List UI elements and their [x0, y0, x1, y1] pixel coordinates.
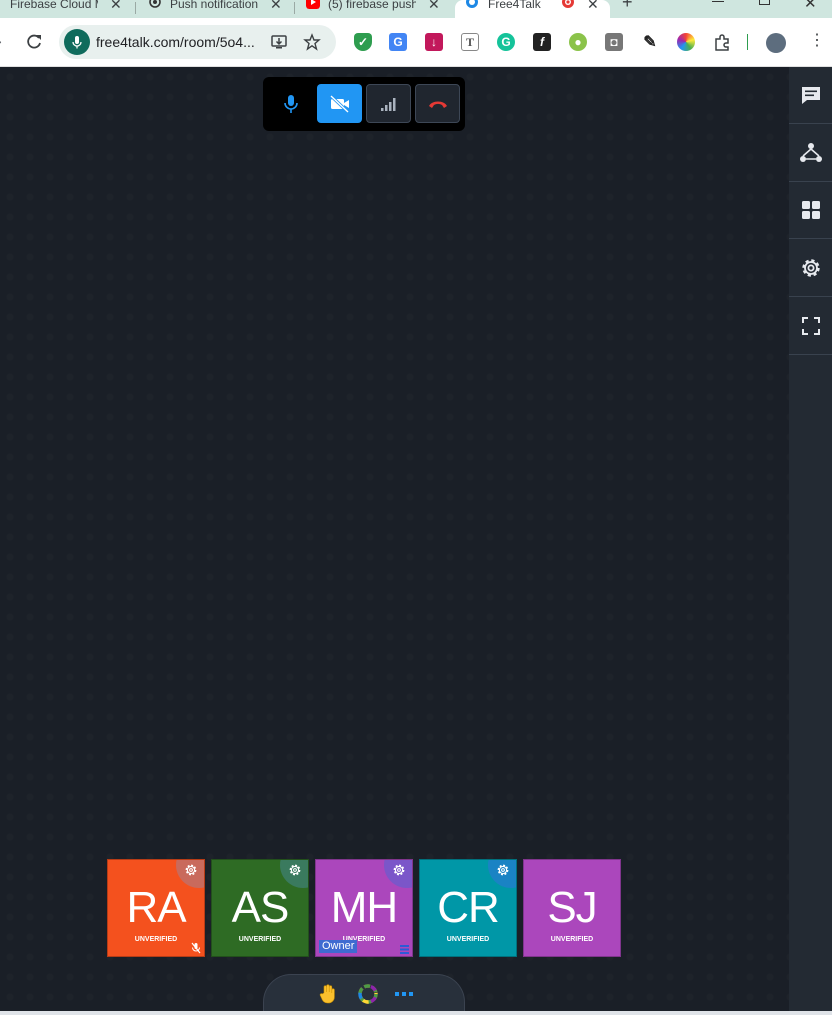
tab-separator	[294, 2, 295, 14]
translate-extension-icon[interactable]: G	[389, 33, 407, 51]
settings-button[interactable]	[789, 240, 832, 297]
participant-initials: MH	[330, 883, 398, 932]
profile-avatar[interactable]	[766, 33, 786, 53]
globe-extension-icon[interactable]: ●	[569, 33, 587, 51]
browser-toolbar: › free4talk.com/room/5o4... ✓ G ↓ T G f …	[0, 18, 832, 67]
raise-hand-icon	[319, 984, 335, 1004]
color-picker-extension-icon[interactable]	[677, 33, 695, 51]
window-bottom-edge	[0, 1011, 832, 1015]
camera-extension-icon[interactable]: ◘	[605, 33, 623, 51]
gear-icon[interactable]	[496, 863, 510, 877]
openai-icon	[149, 0, 161, 8]
grammarly-icon[interactable]: G	[497, 33, 515, 51]
raise-hand-button[interactable]	[317, 983, 339, 1005]
connection-quality-button[interactable]	[366, 84, 411, 123]
shield-extension-icon[interactable]: ✓	[354, 33, 372, 51]
reload-icon[interactable]	[24, 32, 44, 52]
layout-grid-button[interactable]	[789, 182, 832, 239]
more-dots-icon	[395, 992, 413, 996]
participant-initials: RA	[126, 883, 186, 932]
grid-icon	[801, 201, 820, 219]
participant-initials: AS	[231, 883, 290, 932]
tab-push-notification[interactable]: Push notification ✕	[140, 0, 290, 18]
forward-icon[interactable]: ›	[0, 33, 2, 49]
video-toggle-button[interactable]	[317, 84, 362, 123]
toolbar-divider	[747, 34, 748, 50]
share-button[interactable]	[789, 125, 832, 182]
close-tab-icon[interactable]: ✕	[110, 0, 122, 13]
tab-separator	[135, 2, 136, 14]
bottom-action-bar	[263, 974, 465, 1015]
close-window-icon[interactable]: ✕	[804, 0, 817, 12]
tab-title: (5) firebase push	[328, 0, 416, 11]
tab-title: Free4Talk	[488, 0, 541, 11]
tab-firebase-push[interactable]: (5) firebase push ✕	[298, 0, 453, 18]
signal-bars-icon	[380, 97, 395, 111]
verification-status: UNVERIFIED	[550, 936, 594, 943]
close-tab-icon[interactable]: ✕	[428, 0, 440, 13]
youtube-icon	[306, 0, 320, 9]
chat-icon	[801, 87, 820, 104]
owner-badge: Owner	[319, 940, 358, 953]
verification-status: UNVERIFIED	[446, 936, 490, 943]
text-extension-icon[interactable]: T	[461, 33, 479, 51]
browser-menu-icon[interactable]: ⋮	[809, 31, 825, 51]
call-controls	[263, 77, 465, 131]
hangup-button[interactable]	[415, 84, 460, 123]
share-nodes-icon	[799, 143, 822, 162]
eyedropper-icon[interactable]: ✎	[641, 33, 659, 51]
close-tab-icon[interactable]: ✕	[587, 0, 599, 13]
address-bar[interactable]: free4talk.com/room/5o4...	[59, 25, 336, 59]
tab-free4talk[interactable]: Free4Talk ✕	[455, 0, 610, 18]
mic-muted-icon	[191, 942, 201, 954]
close-tab-icon[interactable]: ✕	[270, 0, 282, 13]
tab-strip: Firebase Cloud M ✕ Push notification ✕ (…	[0, 0, 832, 18]
participant-tile[interactable]: RA UNVERIFIED	[107, 859, 205, 957]
tab-title: Firebase Cloud M	[10, 0, 98, 11]
url-text[interactable]: free4talk.com/room/5o4...	[96, 34, 255, 50]
minimize-icon[interactable]	[712, 1, 724, 2]
bookmark-star-icon[interactable]	[303, 33, 321, 51]
menu-bars-icon[interactable]	[400, 945, 409, 954]
gear-icon[interactable]	[288, 863, 302, 877]
gear-icon[interactable]	[392, 863, 406, 877]
voice-search-icon[interactable]	[64, 29, 90, 55]
gear-icon[interactable]	[184, 863, 198, 877]
recording-icon	[562, 0, 574, 8]
verification-status: UNVERIFIED	[238, 936, 282, 943]
participant-tile[interactable]: CR UNVERIFIED	[419, 859, 517, 957]
font-extension-icon[interactable]: f	[533, 33, 551, 51]
more-options-button[interactable]	[393, 983, 415, 1005]
participant-tile[interactable]: SJ UNVERIFIED	[523, 859, 621, 957]
participant-tile[interactable]: MH UNVERIFIED Owner	[315, 859, 413, 957]
download-extension-icon[interactable]: ↓	[425, 33, 443, 51]
install-app-icon[interactable]	[270, 33, 288, 51]
chat-button[interactable]	[789, 67, 832, 124]
maximize-icon[interactable]	[759, 0, 770, 5]
reaction-color-button[interactable]	[357, 983, 379, 1005]
tab-firebase-cloud[interactable]: Firebase Cloud M ✕	[0, 0, 130, 18]
tab-title: Push notification	[170, 0, 258, 11]
settings-icon	[801, 259, 820, 277]
mic-button[interactable]	[268, 84, 313, 123]
free4talk-favicon-icon	[466, 0, 478, 8]
color-wheel-icon	[358, 984, 378, 1004]
extensions-puzzle-icon[interactable]	[713, 33, 731, 51]
hangup-icon	[428, 101, 447, 108]
participant-initials: CR	[437, 883, 500, 932]
participant-tile[interactable]: AS UNVERIFIED	[211, 859, 309, 957]
mic-icon	[283, 94, 298, 113]
video-off-icon	[329, 94, 349, 113]
conference-room: RA UNVERIFIED AS UNVERIFIED MH UNVERIFIE…	[0, 67, 832, 1015]
fullscreen-button[interactable]	[789, 298, 832, 355]
room-sidebar	[789, 67, 832, 1015]
new-tab-button[interactable]: +	[622, 0, 633, 12]
fullscreen-icon	[801, 317, 820, 335]
participant-initials: SJ	[547, 883, 597, 932]
